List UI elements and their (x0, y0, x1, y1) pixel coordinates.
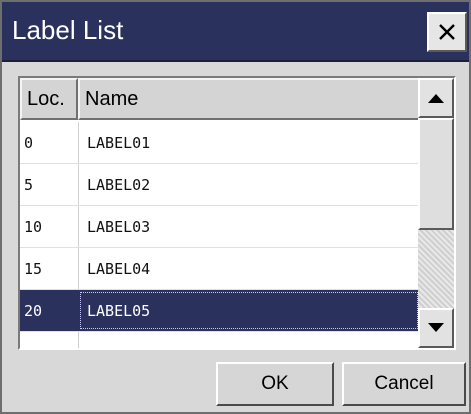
cell-loc: 20 (24, 302, 43, 320)
cell-name: LABEL05 (87, 302, 151, 320)
table-row-selected[interactable]: 20 LABEL05 (20, 290, 420, 332)
cell-loc: 5 (24, 176, 34, 194)
cell-name: LABEL02 (87, 176, 151, 194)
scroll-down-button[interactable] (418, 308, 454, 348)
ok-button[interactable]: OK (216, 362, 334, 406)
column-divider (78, 248, 79, 289)
column-header-name[interactable]: Name (78, 78, 420, 120)
close-button[interactable] (427, 12, 467, 52)
cell-loc: 0 (24, 134, 34, 152)
label-list-table[interactable]: Loc. Name 0 LABEL01 5 LABEL02 10 LABEL03… (18, 76, 456, 350)
table-row[interactable]: 10 LABEL03 (20, 206, 420, 248)
triangle-down-icon (428, 323, 444, 332)
column-divider (78, 122, 79, 163)
column-divider (78, 332, 79, 348)
close-icon (439, 24, 455, 40)
column-divider (78, 164, 79, 205)
table-row[interactable]: 0 LABEL01 (20, 122, 420, 164)
table-row[interactable]: 5 LABEL02 (20, 164, 420, 206)
vertical-scrollbar[interactable] (418, 78, 454, 348)
cell-name: LABEL03 (87, 218, 151, 236)
cell-loc: 10 (24, 218, 43, 236)
cell-loc: 15 (24, 260, 43, 278)
dialog-title: Label List (12, 15, 124, 45)
label-list-dialog: Label List Loc. Name 0 LABEL01 5 LABEL02 (0, 0, 471, 414)
cancel-button[interactable]: Cancel (342, 362, 466, 406)
column-header-loc[interactable]: Loc. (20, 78, 78, 120)
cell-name: LABEL04 (87, 260, 151, 278)
table-header: Loc. Name (20, 78, 420, 122)
column-divider (78, 206, 79, 247)
title-bar: Label List (2, 2, 469, 62)
table-row-empty[interactable] (20, 332, 420, 348)
triangle-up-icon (428, 94, 444, 103)
scroll-up-button[interactable] (418, 78, 454, 118)
scrollbar-thumb[interactable] (418, 118, 454, 230)
table-row[interactable]: 15 LABEL04 (20, 248, 420, 290)
cell-name: LABEL01 (87, 134, 151, 152)
